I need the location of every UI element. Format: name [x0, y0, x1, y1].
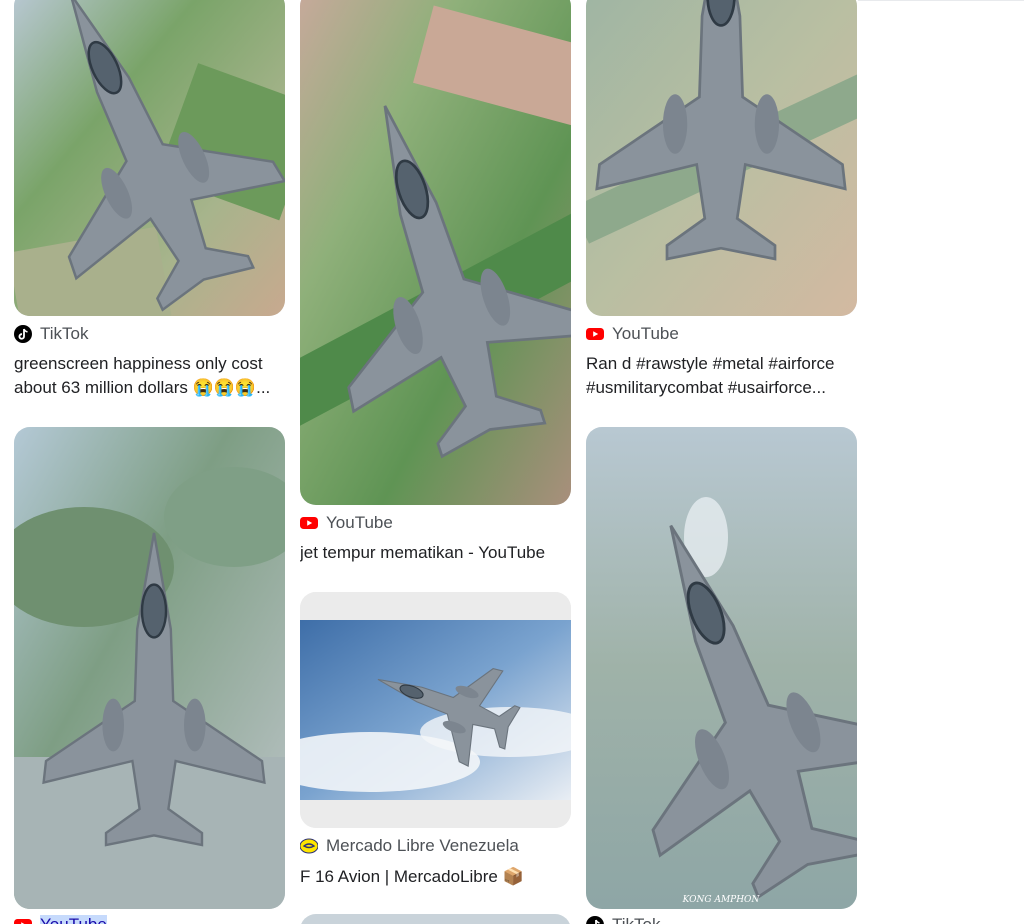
result-source[interactable]: YouTube [300, 512, 393, 534]
f16-jet-image [300, 592, 571, 828]
result-card[interactable]: YouTube Ran d #rawstyle #metal #airforce… [586, 0, 857, 400]
result-thumbnail[interactable] [586, 0, 857, 316]
f16-jet-image [586, 0, 857, 316]
result-card[interactable]: TikTok greenscreen happiness only cost a… [14, 0, 285, 400]
source-name: YouTube [612, 324, 679, 343]
source-name: Mercado Libre Venezuela [326, 836, 519, 855]
header-divider [858, 0, 1024, 1]
youtube-icon [586, 325, 604, 343]
result-source[interactable]: TikTok [14, 323, 89, 345]
result-card[interactable]: KONG AMPHON TikTok [586, 427, 857, 924]
result-card[interactable]: YouTube [14, 427, 285, 924]
result-source[interactable]: TikTok [586, 914, 661, 924]
source-name: TikTok [40, 324, 89, 343]
result-thumbnail[interactable] [14, 0, 285, 316]
result-thumbnail[interactable]: KONG AMPHON [586, 427, 857, 909]
result-title[interactable]: greenscreen happiness only cost about 63… [14, 352, 289, 400]
result-card[interactable]: YouTube jet tempur mematikan - YouTube [300, 0, 571, 570]
f16-jet-image: KONG AMPHON [586, 427, 857, 909]
f16-jet-image [14, 427, 285, 909]
result-card[interactable] [300, 914, 571, 924]
tiktok-icon [586, 916, 604, 924]
mercadolibre-icon [300, 837, 318, 855]
f16-jet-image [300, 0, 571, 505]
result-source[interactable]: Mercado Libre Venezuela [300, 835, 519, 857]
result-source[interactable]: YouTube [586, 323, 679, 345]
result-thumbnail[interactable] [300, 592, 571, 828]
watermark-text: KONG AMPHON [682, 895, 761, 905]
f16-jet-image [14, 0, 285, 316]
result-source[interactable]: YouTube [14, 914, 107, 924]
result-card[interactable]: Mercado Libre Venezuela F 16 Avion | Mer… [300, 592, 571, 892]
result-title[interactable]: Ran d #rawstyle #metal #airforce #usmili… [586, 352, 861, 400]
source-name: YouTube [326, 513, 393, 532]
result-title[interactable]: F 16 Avion | MercadoLibre 📦 [300, 865, 575, 889]
source-name: YouTube [40, 915, 107, 924]
youtube-icon [14, 916, 32, 924]
result-title[interactable]: jet tempur mematikan - YouTube [300, 541, 575, 565]
result-thumbnail[interactable] [14, 427, 285, 909]
result-thumbnail[interactable] [300, 914, 571, 924]
result-thumbnail[interactable] [300, 0, 571, 505]
tiktok-icon [14, 325, 32, 343]
source-name: TikTok [612, 915, 661, 924]
youtube-icon [300, 514, 318, 532]
